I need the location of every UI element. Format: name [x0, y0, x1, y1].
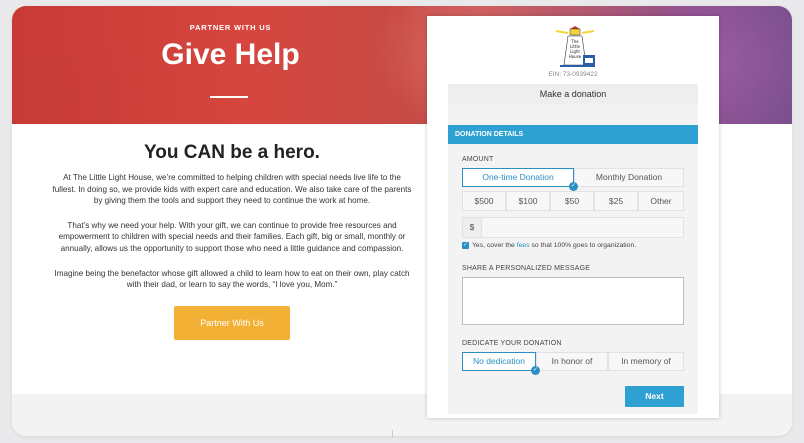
dedicate-label: DEDICATE YOUR DONATION	[462, 340, 562, 347]
check-icon: ✓	[569, 182, 578, 191]
amount-other-button[interactable]: Other	[638, 191, 684, 211]
message-textarea[interactable]	[462, 277, 684, 325]
monthly-donation-option[interactable]: Monthly Donation	[574, 168, 684, 187]
intro-paragraph: Imagine being the benefactor whose gift …	[54, 268, 410, 290]
no-dedication-option[interactable]: No dedication ✓	[462, 352, 540, 375]
amount-25-button[interactable]: $25	[594, 191, 638, 211]
frequency-toggle: One-time Donation ✓ Monthly Donation	[462, 168, 684, 191]
one-time-donation-option[interactable]: One-time Donation ✓	[462, 168, 578, 191]
intro-paragraph: That’s why we need your help. With your …	[58, 220, 406, 253]
cover-fees-row: ✓ Yes, cover the fees so that 100% goes …	[462, 242, 636, 249]
donation-details-bar: DONATION DETAILS	[448, 125, 698, 144]
amount-input[interactable]	[482, 217, 684, 238]
amount-50-button[interactable]: $50	[550, 191, 594, 211]
custom-amount-field: $	[462, 217, 684, 238]
dedication-toggle: No dedication ✓ In honor of In memory of	[462, 352, 684, 375]
amount-label: AMOUNT	[462, 156, 494, 163]
intro-paragraph: At The Little Light House, we’re committ…	[52, 173, 412, 206]
check-icon: ✓	[531, 366, 540, 375]
intro-section: You CAN be a hero. At The Little Light H…	[52, 136, 412, 340]
option-label: No dedication	[473, 356, 525, 366]
page-title: Give Help	[161, 38, 300, 71]
message-label: SHARE A PERSONALIZED MESSAGE	[462, 265, 591, 272]
logo-text: House	[569, 54, 582, 59]
hero-kicker: PARTNER WITH US	[189, 23, 272, 32]
widget-header: Make a donation	[448, 84, 698, 104]
cover-fees-checkbox[interactable]: ✓	[462, 242, 469, 249]
amount-options: $500 $100 $50 $25 Other	[462, 191, 684, 211]
next-button[interactable]: Next	[625, 386, 684, 407]
option-label: One-time Donation	[482, 172, 554, 182]
hero-divider	[210, 96, 248, 98]
fees-link[interactable]: fees	[517, 242, 530, 249]
amount-500-button[interactable]: $500	[462, 191, 506, 211]
divider	[392, 430, 393, 438]
amount-100-button[interactable]: $100	[506, 191, 550, 211]
lighthouse-logo-icon: The Little Light House	[550, 25, 596, 69]
in-memory-of-option[interactable]: In memory of	[608, 352, 684, 371]
logo-area: The Little Light House EIN: 73-0939422	[427, 16, 719, 84]
donation-widget: The Little Light House EIN: 73-0939422 M…	[427, 16, 719, 418]
fees-text: so that 100% goes to organization.	[529, 242, 637, 249]
partner-with-us-button[interactable]: Partner With Us	[174, 305, 290, 340]
section-heading: You CAN be a hero.	[144, 142, 320, 163]
ein-number: EIN: 73-0939422	[548, 71, 598, 78]
in-honor-of-option[interactable]: In honor of	[536, 352, 608, 371]
fees-text: Yes, cover the	[472, 242, 517, 249]
currency-symbol: $	[462, 217, 482, 238]
